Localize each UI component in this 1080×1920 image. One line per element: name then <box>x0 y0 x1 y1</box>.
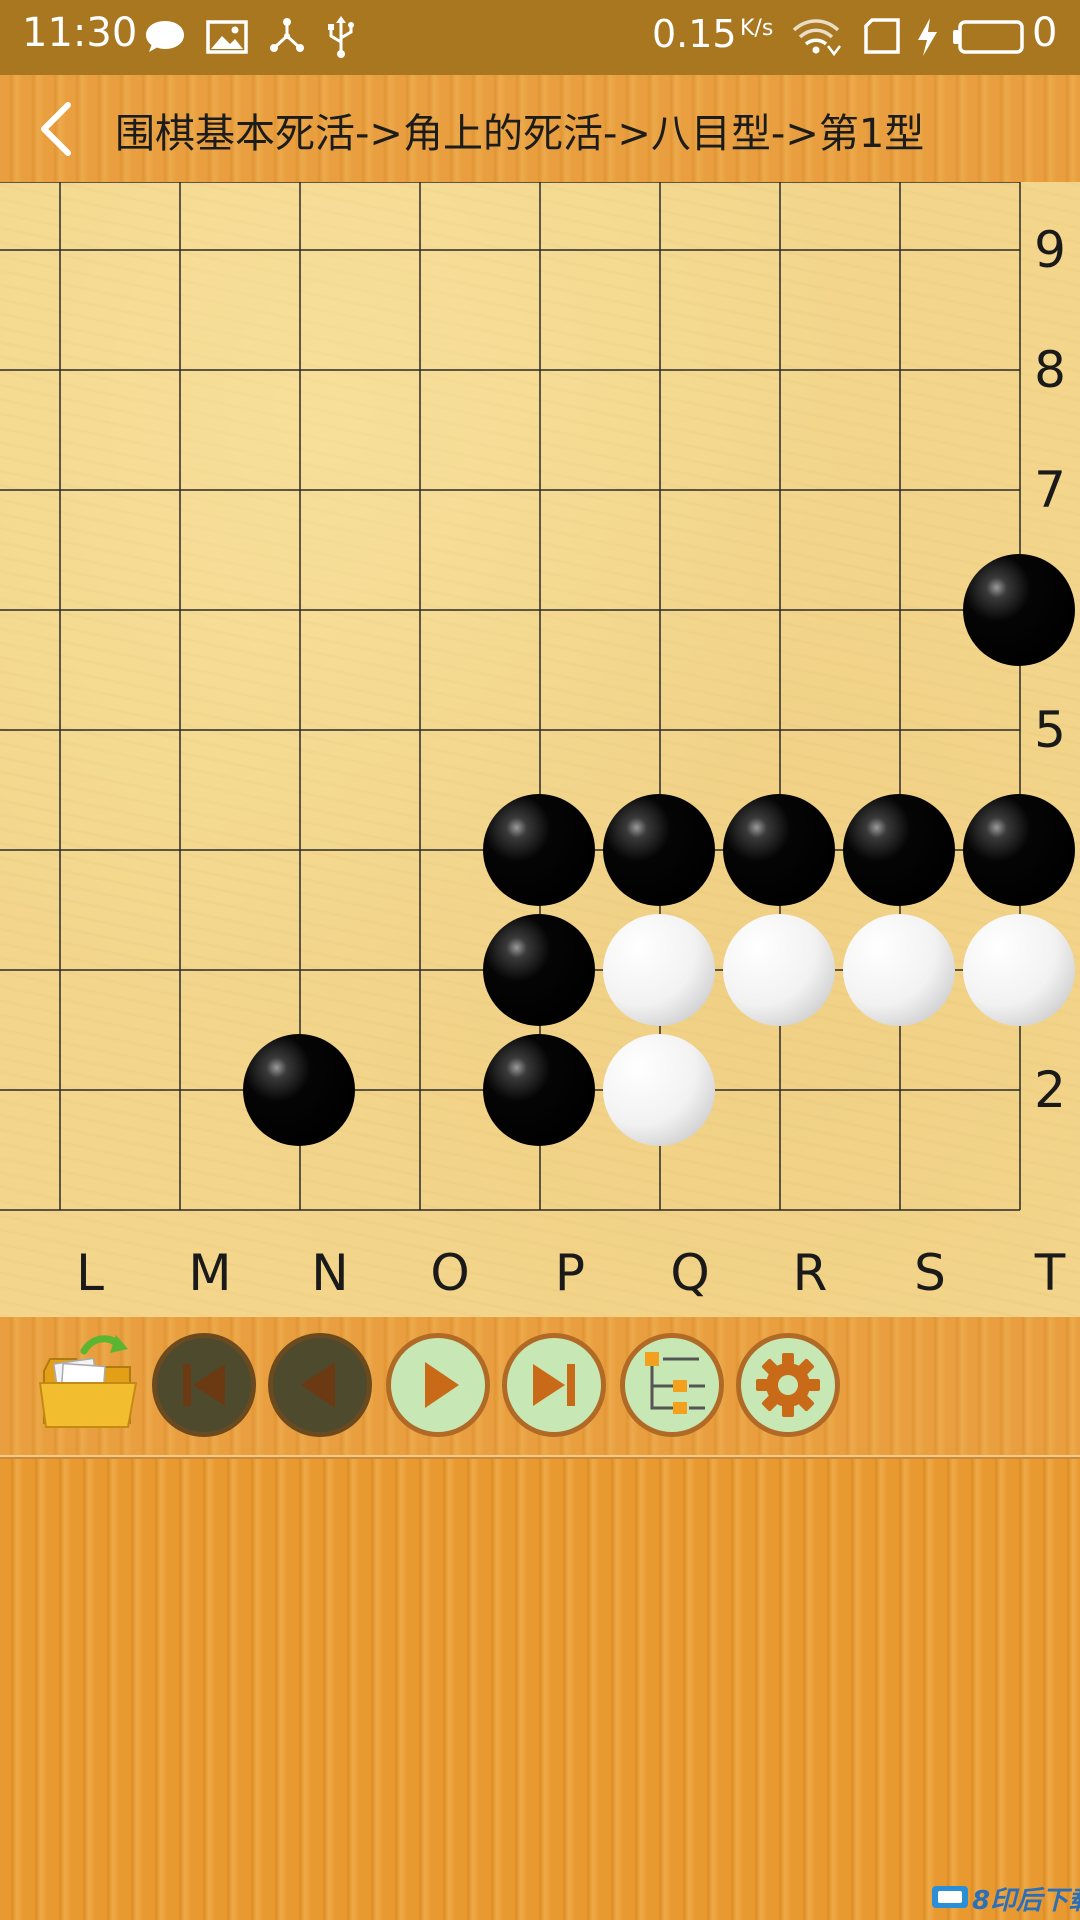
column-label: O <box>430 1244 469 1302</box>
row-label: 5 <box>1034 701 1066 759</box>
row-label: 2 <box>1034 1061 1066 1119</box>
battery-percent: 0 <box>1032 10 1058 56</box>
column-label: R <box>793 1244 828 1302</box>
move-tree-button[interactable] <box>620 1333 724 1437</box>
board-grid[interactable]: 98765432 LMNOPQRST <box>0 182 1080 1317</box>
black-stone <box>483 1034 595 1146</box>
black-stone <box>483 914 595 1026</box>
black-stone <box>603 794 715 906</box>
black-stone <box>483 794 595 906</box>
wifi-icon <box>792 19 841 57</box>
tethering-icon <box>270 18 304 52</box>
column-label: T <box>1034 1244 1066 1302</box>
folder-open-icon <box>38 1335 138 1428</box>
column-label: M <box>188 1244 231 1302</box>
row-label: 9 <box>1034 221 1066 279</box>
go-board[interactable]: 98765432 LMNOPQRST <box>0 182 1080 1317</box>
column-label: N <box>311 1244 348 1302</box>
play-forward-icon <box>425 1362 459 1408</box>
last-move-button[interactable] <box>502 1333 606 1437</box>
white-stone <box>603 1034 715 1146</box>
next-move-button[interactable] <box>386 1333 490 1437</box>
row-label: 7 <box>1034 461 1066 519</box>
black-stone <box>843 794 955 906</box>
chevron-left-icon <box>41 102 71 156</box>
page-title: 围棋基本死活->角上的死活->八目型->第1型 <box>115 111 925 157</box>
battery-icon <box>953 20 1024 54</box>
skip-to-start-icon <box>183 1364 225 1406</box>
black-stone <box>963 554 1075 666</box>
white-stone <box>963 914 1075 1026</box>
white-stone <box>603 914 715 1026</box>
sim-card-icon <box>864 18 900 54</box>
white-stone <box>723 914 835 1026</box>
step-back-icon <box>301 1362 335 1408</box>
row-label: 8 <box>1034 341 1066 399</box>
comment-panel[interactable] <box>0 1457 1080 1920</box>
first-move-button[interactable] <box>152 1333 256 1437</box>
skip-to-end-icon <box>533 1364 575 1406</box>
column-label: S <box>914 1244 946 1302</box>
black-stone <box>243 1034 355 1146</box>
white-stone <box>843 914 955 1026</box>
settings-button[interactable] <box>736 1333 840 1437</box>
column-label: P <box>555 1244 585 1302</box>
network-speed-unit: K/s <box>740 16 774 41</box>
charging-icon <box>918 18 937 56</box>
gallery-notification-icon <box>206 20 248 54</box>
status-time: 11:30 <box>22 10 138 56</box>
tree-list-icon <box>645 1352 705 1414</box>
watermark-logo-icon <box>932 1886 968 1908</box>
open-file-button[interactable] <box>36 1331 144 1439</box>
toolbar <box>0 1317 1080 1457</box>
column-label: L <box>76 1244 104 1302</box>
network-speed: 0.15 <box>652 12 737 56</box>
watermark-text: 8印后下载 <box>972 1886 1080 1916</box>
status-bar: 11:30 0.15 K/s 0 <box>0 0 1080 75</box>
usb-icon <box>328 16 354 58</box>
black-stone <box>963 794 1075 906</box>
back-button[interactable] <box>28 97 88 161</box>
previous-move-button[interactable] <box>268 1333 372 1437</box>
gear-icon <box>756 1353 820 1417</box>
column-label: Q <box>670 1244 709 1302</box>
title-bar: 围棋基本死活->角上的死活->八目型->第1型 <box>0 75 1080 182</box>
black-stone <box>723 794 835 906</box>
chat-notification-icon <box>146 21 184 52</box>
